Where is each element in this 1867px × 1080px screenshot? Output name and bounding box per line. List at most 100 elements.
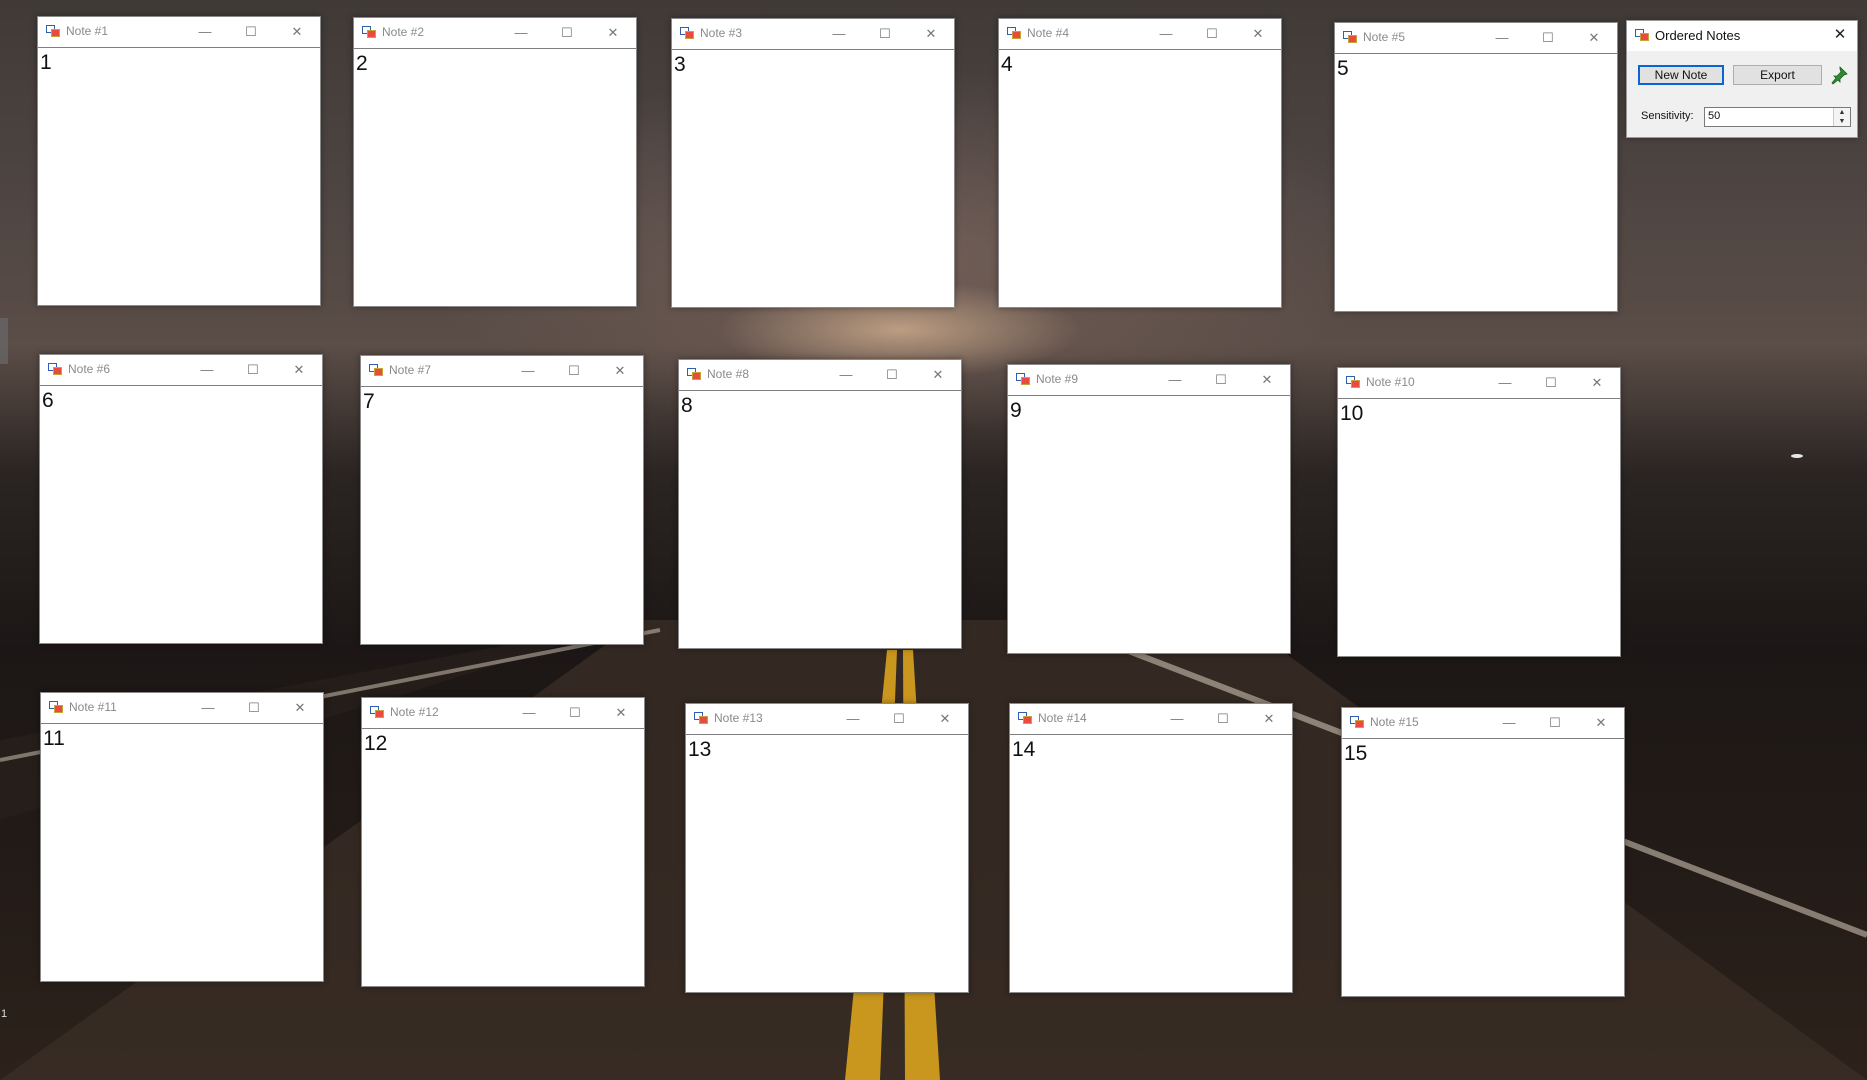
minimize-button[interactable]: — <box>1494 372 1516 394</box>
note-window[interactable]: Note #12 — ☐ ✕ 12 <box>361 697 645 987</box>
minimize-button[interactable]: — <box>197 697 219 719</box>
decrement-arrow-icon[interactable]: ▼ <box>1834 117 1850 126</box>
minimize-button[interactable]: — <box>1164 369 1186 391</box>
note-text[interactable]: 7 <box>363 390 375 414</box>
note-text[interactable]: 11 <box>43 727 65 751</box>
maximize-button[interactable]: ☐ <box>1540 372 1562 394</box>
note-window[interactable]: Note #2 — ☐ ✕ 2 <box>353 17 637 307</box>
minimize-button[interactable]: — <box>510 22 532 44</box>
close-button[interactable]: ✕ <box>927 364 949 386</box>
note-text[interactable]: 14 <box>1012 738 1035 762</box>
note-titlebar[interactable]: Note #7 — ☐ ✕ <box>361 356 643 387</box>
close-button[interactable]: ✕ <box>1583 27 1605 49</box>
close-button[interactable]: ✕ <box>1586 372 1608 394</box>
note-window[interactable]: Note #11 — ☐ ✕ 11 <box>40 692 324 982</box>
note-titlebar[interactable]: Note #1 — ☐ ✕ <box>38 17 320 48</box>
close-button[interactable]: ✕ <box>610 702 632 724</box>
minimize-button[interactable]: — <box>1155 23 1177 45</box>
new-note-button[interactable]: New Note <box>1638 65 1724 85</box>
close-button[interactable]: ✕ <box>1590 712 1612 734</box>
note-window[interactable]: Note #7 — ☐ ✕ 7 <box>360 355 644 645</box>
note-titlebar[interactable]: Note #10 — ☐ ✕ <box>1338 368 1620 399</box>
close-button[interactable]: ✕ <box>609 360 631 382</box>
maximize-button[interactable]: ☐ <box>1212 708 1234 730</box>
note-titlebar[interactable]: Note #14 — ☐ ✕ <box>1010 704 1292 735</box>
maximize-button[interactable]: ☐ <box>888 708 910 730</box>
minimize-button[interactable]: — <box>1498 712 1520 734</box>
note-titlebar[interactable]: Note #15 — ☐ ✕ <box>1342 708 1624 739</box>
close-button[interactable]: ✕ <box>934 708 956 730</box>
maximize-button[interactable]: ☐ <box>881 364 903 386</box>
maximize-button[interactable]: ☐ <box>242 359 264 381</box>
maximize-button[interactable]: ☐ <box>563 360 585 382</box>
note-window[interactable]: Note #3 — ☐ ✕ 3 <box>671 18 955 308</box>
minimize-button[interactable]: — <box>1491 27 1513 49</box>
note-text[interactable]: 2 <box>356 52 368 76</box>
note-titlebar[interactable]: Note #2 — ☐ ✕ <box>354 18 636 49</box>
note-titlebar[interactable]: Note #11 — ☐ ✕ <box>41 693 323 724</box>
note-text[interactable]: 8 <box>681 394 693 418</box>
note-text[interactable]: 15 <box>1344 742 1367 766</box>
note-text[interactable]: 1 <box>40 51 52 75</box>
note-window[interactable]: Note #15 — ☐ ✕ 15 <box>1341 707 1625 997</box>
maximize-button[interactable]: ☐ <box>243 697 265 719</box>
main-close-button[interactable]: ✕ <box>1829 24 1851 46</box>
maximize-button[interactable]: ☐ <box>240 21 262 43</box>
close-button[interactable]: ✕ <box>1256 369 1278 391</box>
close-button[interactable]: ✕ <box>602 22 624 44</box>
note-window[interactable]: Note #9 — ☐ ✕ 9 <box>1007 364 1291 654</box>
note-text[interactable]: 5 <box>1337 57 1349 81</box>
note-window[interactable]: Note #10 — ☐ ✕ 10 <box>1337 367 1621 657</box>
maximize-button[interactable]: ☐ <box>564 702 586 724</box>
minimize-button[interactable]: — <box>842 708 864 730</box>
note-titlebar[interactable]: Note #4 — ☐ ✕ <box>999 19 1281 50</box>
note-titlebar[interactable]: Note #8 — ☐ ✕ <box>679 360 961 391</box>
note-titlebar[interactable]: Note #13 — ☐ ✕ <box>686 704 968 735</box>
maximize-button[interactable]: ☐ <box>874 23 896 45</box>
note-window[interactable]: Note #6 — ☐ ✕ 6 <box>39 354 323 644</box>
ordered-notes-window[interactable]: Ordered Notes ✕ New Note Export Sensitiv… <box>1626 20 1858 138</box>
pin-icon[interactable] <box>1829 65 1849 85</box>
minimize-button[interactable]: — <box>196 359 218 381</box>
minimize-button[interactable]: — <box>518 702 540 724</box>
minimize-button[interactable]: — <box>194 21 216 43</box>
stepper-arrows[interactable]: ▲ ▼ <box>1833 108 1850 126</box>
note-window[interactable]: Note #1 — ☐ ✕ 1 <box>37 16 321 306</box>
minimize-button[interactable]: — <box>517 360 539 382</box>
note-titlebar[interactable]: Note #5 — ☐ ✕ <box>1335 23 1617 54</box>
maximize-button[interactable]: ☐ <box>556 22 578 44</box>
note-text[interactable]: 4 <box>1001 53 1013 77</box>
close-button[interactable]: ✕ <box>289 697 311 719</box>
note-window[interactable]: Note #13 — ☐ ✕ 13 <box>685 703 969 993</box>
maximize-button[interactable]: ☐ <box>1537 27 1559 49</box>
note-text[interactable]: 6 <box>42 389 54 413</box>
note-text[interactable]: 3 <box>674 53 686 77</box>
minimize-button[interactable]: — <box>828 23 850 45</box>
main-titlebar[interactable]: Ordered Notes ✕ <box>1627 21 1857 51</box>
note-window[interactable]: Note #5 — ☐ ✕ 5 <box>1334 22 1618 312</box>
sensitivity-value[interactable]: 50 <box>1708 110 1720 122</box>
close-button[interactable]: ✕ <box>1247 23 1269 45</box>
maximize-button[interactable]: ☐ <box>1210 369 1232 391</box>
close-button[interactable]: ✕ <box>920 23 942 45</box>
note-text[interactable]: 9 <box>1010 399 1022 423</box>
note-text[interactable]: 10 <box>1340 402 1363 426</box>
note-text[interactable]: 12 <box>364 732 387 756</box>
note-window[interactable]: Note #14 — ☐ ✕ 14 <box>1009 703 1293 993</box>
increment-arrow-icon[interactable]: ▲ <box>1834 108 1850 117</box>
export-button[interactable]: Export <box>1733 65 1822 85</box>
minimize-button[interactable]: — <box>1166 708 1188 730</box>
minimize-button[interactable]: — <box>835 364 857 386</box>
note-titlebar[interactable]: Note #12 — ☐ ✕ <box>362 698 644 729</box>
note-titlebar[interactable]: Note #3 — ☐ ✕ <box>672 19 954 50</box>
close-button[interactable]: ✕ <box>286 21 308 43</box>
note-text[interactable]: 13 <box>688 738 711 762</box>
sensitivity-stepper[interactable]: 50 ▲ ▼ <box>1704 107 1851 127</box>
note-titlebar[interactable]: Note #6 — ☐ ✕ <box>40 355 322 386</box>
note-window[interactable]: Note #4 — ☐ ✕ 4 <box>998 18 1282 308</box>
close-button[interactable]: ✕ <box>1258 708 1280 730</box>
close-button[interactable]: ✕ <box>288 359 310 381</box>
note-window[interactable]: Note #8 — ☐ ✕ 8 <box>678 359 962 649</box>
maximize-button[interactable]: ☐ <box>1544 712 1566 734</box>
note-titlebar[interactable]: Note #9 — ☐ ✕ <box>1008 365 1290 396</box>
